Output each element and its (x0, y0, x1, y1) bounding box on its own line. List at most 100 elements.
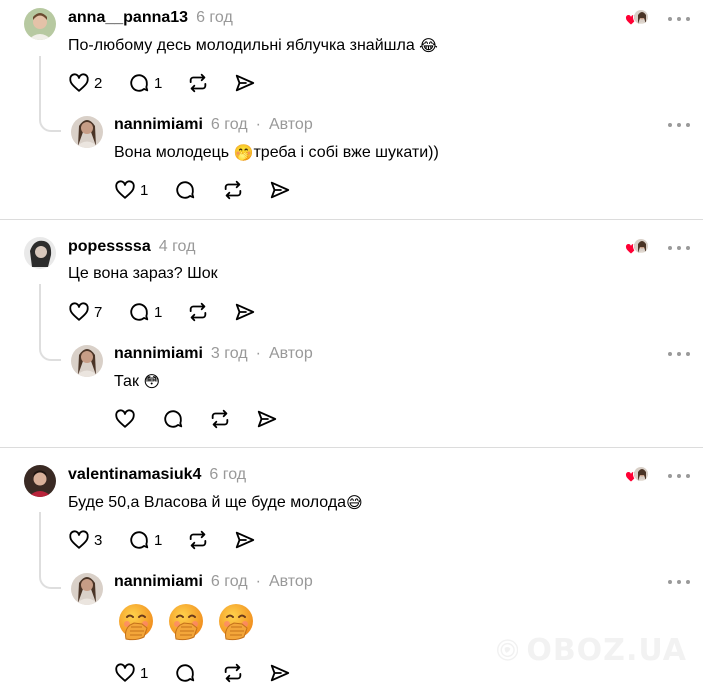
share-button[interactable] (269, 661, 299, 685)
hand-over-mouth-emoji (219, 604, 253, 641)
reply-button[interactable]: 1 (128, 71, 187, 95)
more-options-button[interactable] (668, 118, 690, 132)
reply-button[interactable]: 1 (128, 528, 187, 552)
repost-icon (189, 73, 207, 93)
heart-outline-icon (115, 663, 135, 682)
repost-button[interactable] (187, 300, 234, 324)
separator-dot: · (255, 116, 261, 133)
share-button[interactable] (269, 178, 299, 202)
watermark-text: OBOZ.UA (526, 632, 687, 668)
reply-button[interactable]: 1 (128, 300, 187, 324)
like-button[interactable]: 7 (68, 300, 128, 324)
more-options-button[interactable] (668, 347, 690, 361)
timestamp[interactable]: 6 год (196, 9, 233, 27)
hand-over-mouth-emoji: 🤭 (233, 145, 254, 162)
reply-actions (114, 407, 286, 431)
share-button[interactable] (234, 300, 264, 324)
username[interactable]: anna__panna13 (68, 9, 188, 27)
avatar[interactable] (71, 345, 103, 377)
comment-actions: 2 1 (68, 71, 264, 95)
hand-over-mouth-emoji (169, 604, 203, 641)
heart-outline-icon (69, 530, 89, 549)
username[interactable]: popessssa (68, 238, 151, 256)
like-button[interactable]: 2 (68, 71, 128, 95)
repost-button[interactable] (187, 71, 234, 95)
username[interactable]: nannimiami (114, 116, 203, 134)
like-button[interactable]: 3 (68, 528, 128, 552)
repost-button[interactable] (222, 178, 269, 202)
timestamp[interactable]: 6 год (209, 466, 246, 484)
reply-button[interactable] (174, 178, 222, 202)
heart-outline-icon (115, 409, 135, 428)
avatar-photo-icon (24, 237, 56, 269)
repost-button[interactable] (187, 528, 234, 552)
timestamp[interactable]: 6 год (211, 116, 248, 134)
avatar[interactable] (24, 237, 56, 269)
author-label: Автор (268, 116, 313, 133)
like-count: 2 (94, 74, 103, 92)
more-options-button[interactable] (668, 241, 690, 255)
heart-outline-icon (69, 73, 89, 92)
like-count: 7 (94, 303, 103, 321)
author-mini-avatar (633, 466, 649, 482)
reply-button[interactable] (174, 661, 222, 685)
avatar-photo-icon (24, 465, 56, 497)
comment-bubble-icon (176, 181, 195, 199)
comment-thread-2: popessssa 4 год Це вона зараз? Шок 7 1 n… (0, 228, 703, 447)
username[interactable]: nannimiami (114, 345, 203, 363)
more-options-button[interactable] (668, 469, 690, 483)
avatar[interactable] (71, 116, 103, 148)
reply-count: 1 (154, 74, 163, 92)
username[interactable]: nannimiami (114, 573, 203, 591)
timestamp[interactable]: 4 год (159, 238, 196, 256)
avatar-photo-icon (71, 573, 103, 605)
reply-text: Так 😳 (114, 373, 161, 391)
reply-connector-line (39, 512, 61, 589)
share-button[interactable] (256, 407, 286, 431)
heart-outline-icon (115, 180, 135, 199)
globe-logo-icon (497, 639, 519, 661)
share-button[interactable] (234, 528, 264, 552)
timestamp[interactable]: 6 год (211, 573, 248, 591)
share-button[interactable] (234, 71, 264, 95)
laughing-emoji: 😂 (419, 38, 438, 55)
username[interactable]: valentinamasiuk4 (68, 466, 201, 484)
reply-count: 1 (154, 531, 163, 549)
like-count: 1 (140, 664, 149, 682)
thread-divider (0, 447, 703, 448)
reply-button[interactable] (162, 407, 209, 431)
reply-header: nannimiami 6 год · Автор (114, 116, 313, 134)
send-icon (235, 74, 255, 92)
send-icon (270, 664, 290, 682)
timestamp[interactable]: 3 год (211, 345, 248, 363)
comment-header: anna__panna13 6 год (68, 9, 233, 27)
avatar-photo-icon (71, 116, 103, 148)
avatar[interactable] (71, 573, 103, 605)
comment-header: valentinamasiuk4 6 год (68, 466, 246, 484)
comment-text: Це вона зараз? Шок (68, 265, 218, 282)
comment-bubble-icon (164, 410, 183, 428)
more-options-button[interactable] (668, 575, 690, 589)
comment-actions: 7 1 (68, 300, 264, 324)
reply-header: nannimiami 3 год · Автор (114, 345, 313, 363)
repost-icon (189, 530, 207, 550)
comment-text: Буде 50,а Власова й ще буде молода😅 (68, 494, 363, 512)
author-mini-avatar (633, 238, 649, 254)
repost-icon (224, 180, 242, 200)
liked-by-author-badge (625, 466, 649, 484)
repost-button[interactable] (222, 661, 269, 685)
more-options-button[interactable] (668, 12, 690, 26)
like-button[interactable]: 1 (114, 178, 174, 202)
send-icon (235, 531, 255, 549)
author-label: Автор (268, 345, 313, 362)
like-button[interactable]: 1 (114, 661, 174, 685)
liked-by-author-badge (625, 9, 649, 27)
avatar[interactable] (24, 465, 56, 497)
comment-header: popessssa 4 год (68, 238, 195, 256)
like-button[interactable] (114, 407, 162, 431)
avatar[interactable] (24, 8, 56, 40)
repost-button[interactable] (209, 407, 256, 431)
avatar-photo-icon (71, 345, 103, 377)
flushed-face-emoji: 😳 (143, 374, 161, 391)
hand-over-mouth-emoji (119, 604, 153, 641)
